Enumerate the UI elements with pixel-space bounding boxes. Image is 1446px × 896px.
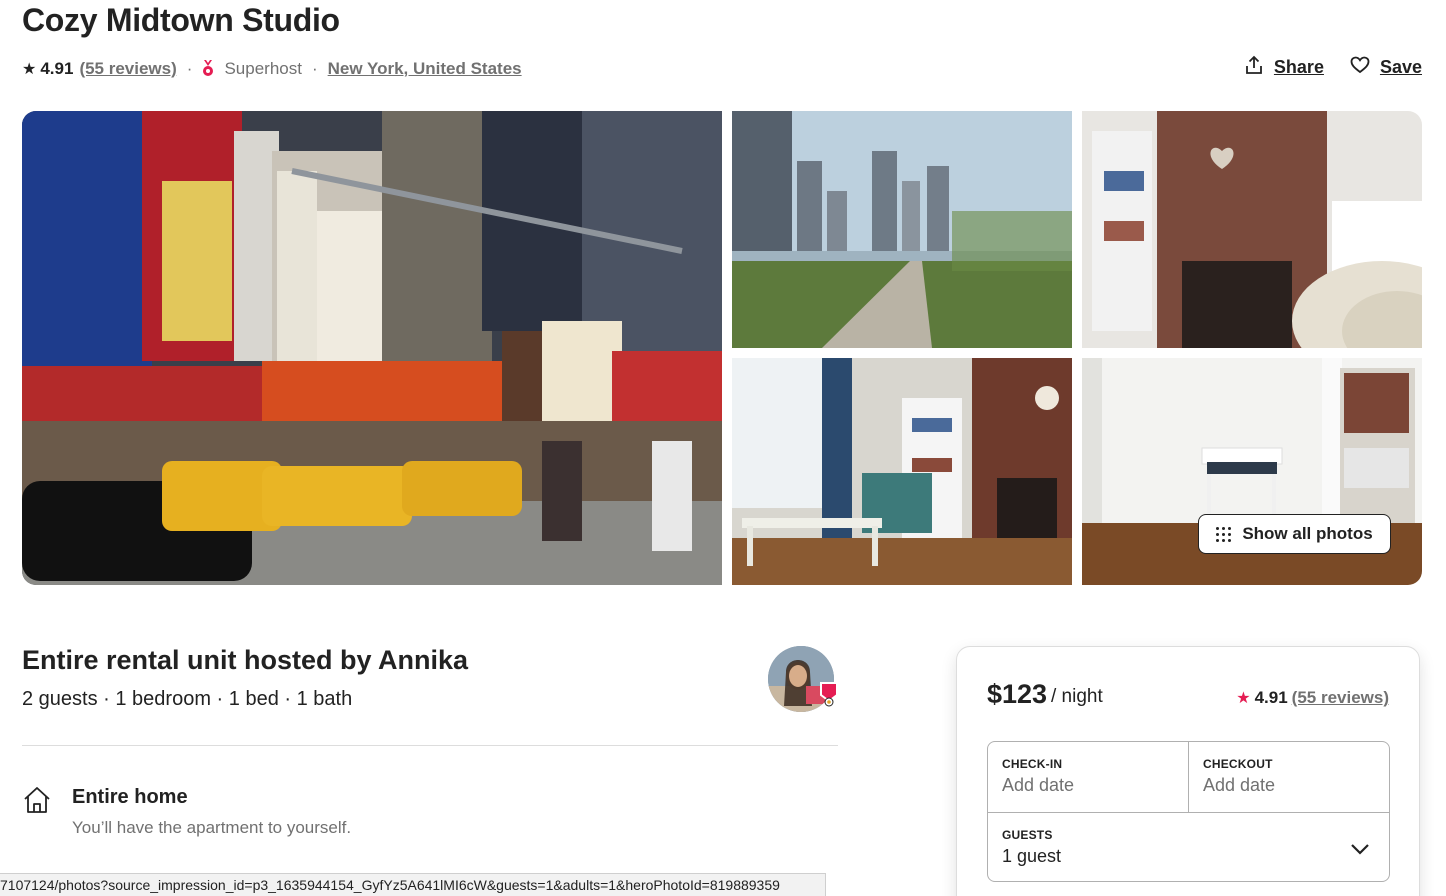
hosted-by-heading: Entire rental unit hosted by Annika [22,645,469,675]
booking-reviews-link[interactable]: (55 reviews) [1292,688,1389,708]
chevron-down-icon[interactable] [1349,838,1371,860]
listing-rating: 4.91 [40,59,74,78]
per-night-label: / night [1051,686,1103,707]
save-label: Save [1379,57,1422,77]
show-all-photos-button[interactable]: Show all photos [1198,514,1391,554]
booking-rating-value: 4.91 [1254,688,1288,707]
share-button[interactable]: Share [1244,55,1324,80]
feature-description: You’ll have the apartment to yourself. [72,818,352,837]
checkout-value: Add date [1203,775,1276,795]
photo-times-square[interactable] [22,111,722,585]
checkin-value: Add date [1002,775,1075,795]
listing-title: Cozy Midtown Studio [22,2,340,38]
home-icon [22,785,52,815]
nightly-price: $123 [987,679,1048,709]
reviews-link[interactable]: (55 reviews) [79,59,176,79]
superhost-label: Superhost [224,59,302,78]
location-link[interactable]: New York, United States [328,59,522,79]
share-label: Share [1273,57,1324,77]
show-all-photos-label: Show all photos [1242,524,1373,543]
photo-brick-fireplace[interactable] [1082,111,1422,348]
share-icon [1244,55,1264,80]
save-button[interactable]: Save [1350,55,1422,80]
guests-label: GUESTS [1002,828,1053,842]
guests-dropdown[interactable]: GUESTS 1 guest [988,812,1389,882]
checkin-field[interactable]: CHECK-IN Add date [988,742,1189,812]
booking-rating: ★ 4.91 (55 reviews) [1236,688,1389,708]
separator-dot: · [311,59,318,78]
guests-value: 1 guest [1002,846,1062,866]
listing-actions: Share Save [1244,55,1422,80]
separator-dot: · [186,59,193,78]
checkout-label: CHECKOUT [1203,757,1273,771]
photo-river-park[interactable] [732,111,1072,348]
checkin-label: CHECK-IN [1002,757,1063,771]
star-icon: ★ [22,61,37,78]
heart-icon [1350,55,1370,80]
superhost-medal-icon [202,60,214,78]
listing-facts: 2 guests · 1 bedroom · 1 bed · 1 bath [22,688,353,710]
superhost-badge-icon [818,681,840,707]
date-guest-picker: CHECK-IN Add date CHECKOUT Add date GUES… [987,741,1390,882]
booking-card: $123 / night ★ 4.91 (55 reviews) CHECK-I… [956,646,1420,896]
star-icon: ★ [1236,690,1251,707]
section-divider [22,745,838,746]
grid-dots-icon [1216,527,1232,542]
checkout-field[interactable]: CHECKOUT Add date [1189,742,1390,812]
feature-title: Entire home [72,786,188,808]
browser-status-bar: 7107124/photos?source_impression_id=p3_1… [0,873,826,896]
photo-living-room[interactable] [732,358,1072,585]
listing-subheader: ★ 4.91 (55 reviews) · Superhost · New Yo… [22,57,522,81]
